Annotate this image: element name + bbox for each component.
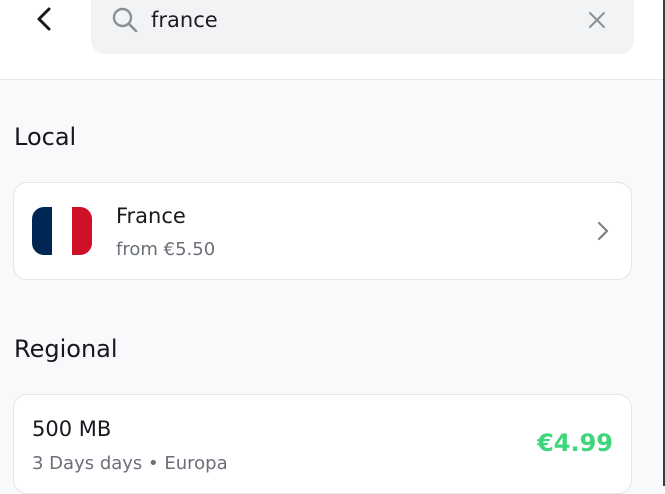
close-icon	[589, 12, 605, 28]
france-flag-icon	[32, 207, 92, 255]
search-bar[interactable]	[91, 0, 634, 54]
search-input[interactable]	[151, 0, 571, 40]
plan-price: €4.99	[537, 429, 613, 457]
back-button[interactable]	[26, 0, 62, 38]
chevron-right-icon	[597, 221, 609, 241]
flag-stripe-blue	[32, 207, 52, 255]
list-item-france[interactable]: France from €5.50	[13, 182, 632, 280]
search-icon	[112, 7, 138, 33]
country-price-from: from €5.50	[116, 239, 216, 260]
clear-search-button[interactable]	[584, 7, 610, 33]
country-name: France	[116, 204, 186, 228]
section-title-local: Local	[14, 123, 77, 151]
chevron-left-icon	[37, 7, 51, 31]
section-title-regional: Regional	[14, 335, 118, 363]
list-item-plan[interactable]: 500 MB 3 Days days • Europa €4.99	[13, 394, 632, 494]
top-bar	[0, 0, 665, 80]
flag-stripe-white	[52, 207, 72, 255]
plan-details: 3 Days days • Europa	[32, 453, 228, 474]
flag-stripe-red	[72, 207, 92, 255]
plan-data-amount: 500 MB	[32, 417, 112, 441]
